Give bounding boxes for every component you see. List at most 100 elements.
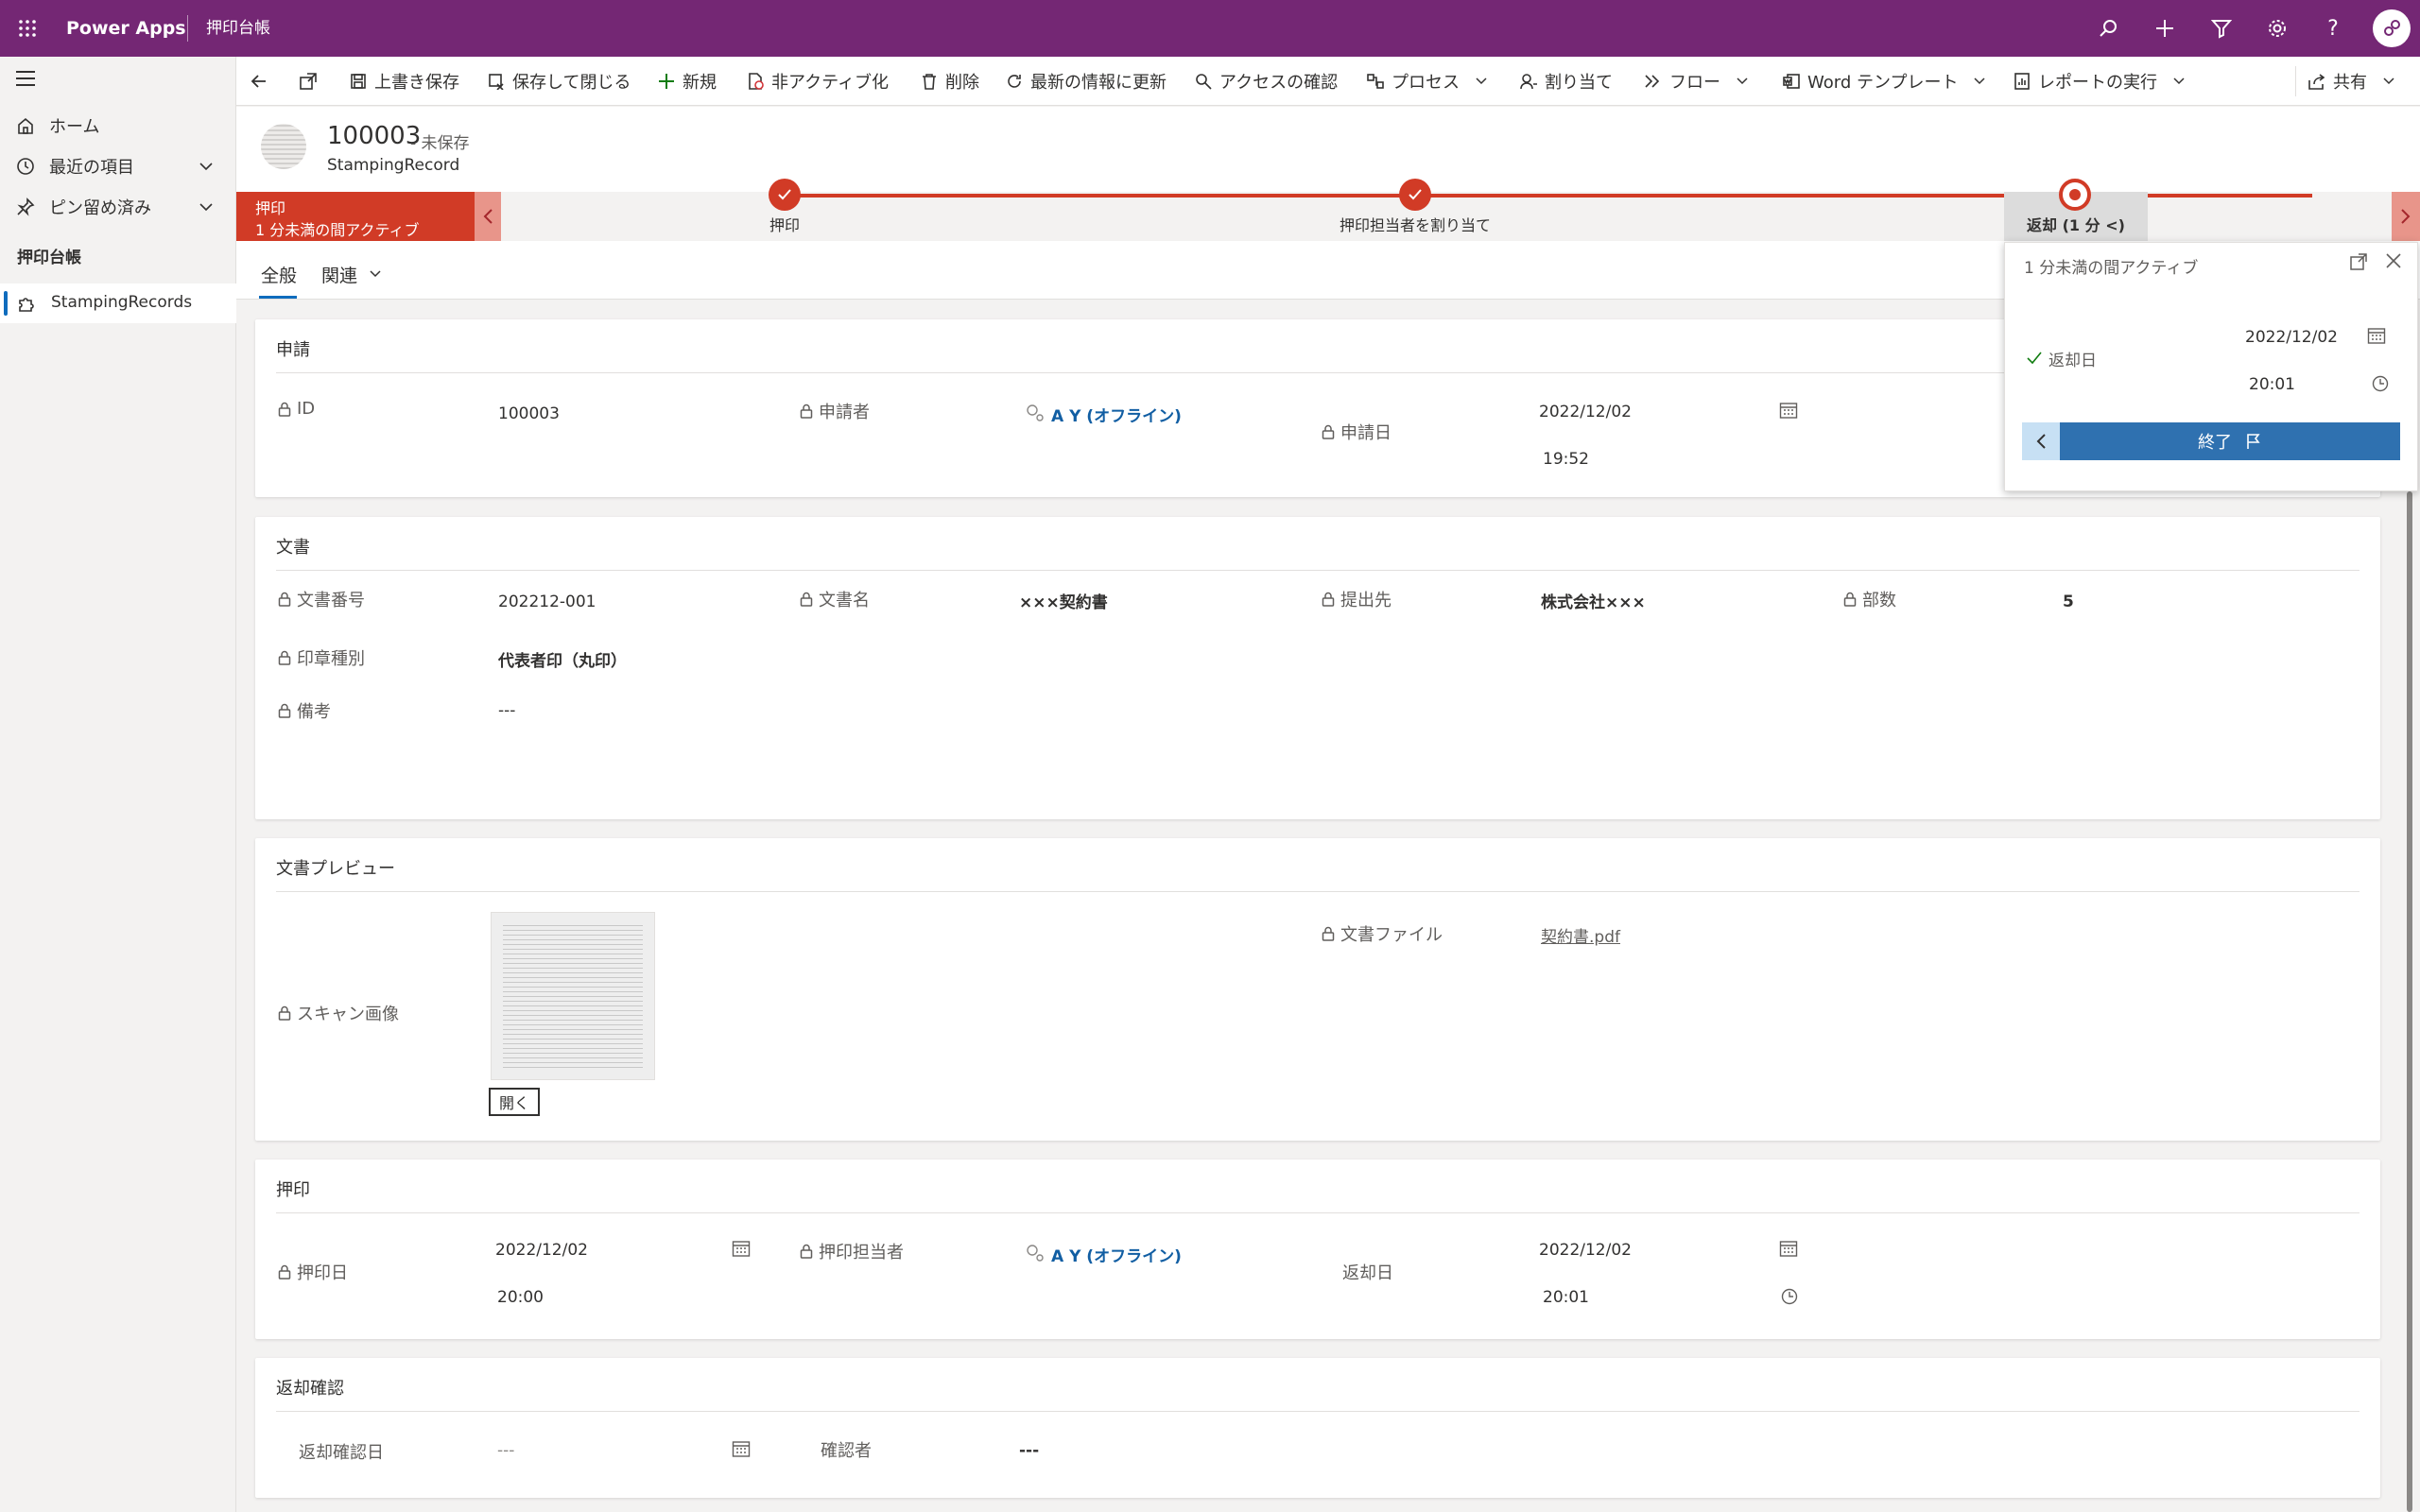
calendar-icon[interactable] (1779, 1239, 1798, 1258)
scan-thumbnail[interactable] (491, 912, 655, 1080)
sidebar-item-pinned[interactable]: ピン留め済み (0, 188, 236, 226)
bpf-prev-button[interactable] (475, 192, 501, 241)
tab-related[interactable]: 関連 (321, 262, 357, 287)
calendar-icon[interactable] (1779, 401, 1798, 420)
doc-number-label: 文書番号 (278, 587, 365, 611)
calendar-icon[interactable] (2367, 326, 2386, 345)
request-date-label: 申請日 (1322, 420, 1392, 444)
doc-name-value[interactable]: ×××契約書 (1019, 589, 1108, 612)
lock-icon (1322, 424, 1335, 439)
stage-label[interactable]: 押印担当者を割り当て (1273, 213, 1557, 235)
popout-button[interactable] (299, 57, 325, 106)
return-time-value[interactable]: 20:01 (1543, 1288, 1589, 1307)
settings-icon[interactable] (2263, 14, 2291, 43)
delete-button[interactable]: 削除 (921, 57, 979, 106)
chevron-down-icon[interactable] (199, 199, 214, 215)
hamburger-icon[interactable] (15, 70, 36, 87)
app-name[interactable]: Power Apps (66, 0, 186, 57)
back-button[interactable] (250, 57, 276, 106)
filter-icon[interactable] (2207, 14, 2236, 43)
clock-icon (15, 156, 36, 177)
lock-icon (1322, 926, 1335, 941)
top-bar: Power Apps 押印台帳 ? (0, 0, 2420, 57)
sidebar-item-recent[interactable]: 最近の項目 (0, 147, 236, 185)
save-button[interactable]: 上書き保存 (350, 57, 459, 106)
sidebar-item-home[interactable]: ホーム (0, 107, 236, 145)
doc-number-value[interactable]: 202212-001 (498, 593, 596, 611)
tab-general[interactable]: 全般 (261, 262, 297, 287)
id-value[interactable]: 100003 (498, 404, 560, 423)
clock-icon[interactable] (1781, 1288, 1798, 1305)
confirmer-value[interactable]: --- (1019, 1441, 1039, 1460)
confirm-date-value[interactable]: --- (497, 1441, 514, 1460)
stage-label[interactable]: 返却 (1 分 <) (2004, 213, 2148, 235)
flyout-time-value[interactable]: 20:01 (2249, 375, 2295, 394)
chevron-down-icon[interactable] (369, 267, 382, 281)
save-close-button[interactable]: 保存して閉じる (488, 57, 631, 106)
flyout-date-value[interactable]: 2022/12/02 (2245, 328, 2338, 347)
assign-button[interactable]: 割り当て (1520, 57, 1613, 106)
destination-label: 提出先 (1322, 587, 1392, 611)
finish-button[interactable]: 終了 (2060, 422, 2400, 460)
close-icon[interactable] (2385, 252, 2402, 269)
request-time-value[interactable]: 19:52 (1543, 450, 1589, 469)
section-title: 申請 (276, 340, 310, 360)
stage-done-icon[interactable] (1399, 179, 1431, 211)
scan-image-label: スキャン画像 (278, 1001, 399, 1025)
avatar-icon[interactable] (2373, 9, 2411, 47)
scrollbar-thumb[interactable] (2407, 491, 2412, 1512)
help-icon[interactable]: ? (2319, 14, 2347, 43)
active-stage-name: 押印 (255, 199, 286, 217)
document-file-link[interactable]: 契約書.pdf (1541, 923, 1620, 947)
stage-done-icon[interactable] (769, 179, 801, 211)
app-launcher-icon[interactable] (13, 14, 42, 43)
sidebar-item-stampingrecords[interactable]: StampingRecords (0, 284, 236, 323)
copies-label: 部数 (1843, 587, 1896, 611)
doc-name-label: 文書名 (800, 587, 870, 611)
module-name[interactable]: 押印台帳 (206, 0, 270, 57)
record-status: - 未保存 (410, 134, 470, 153)
business-process-flow: 押印 1 分未満の間アクティブ 押印 押印担当者を割り当て 返却 (1 分 <) (236, 179, 2420, 241)
calendar-icon[interactable] (732, 1439, 751, 1458)
stamper-link[interactable]: A Y (オフライン) (1051, 1243, 1182, 1266)
new-button[interactable]: 新規 (658, 57, 717, 106)
lock-icon (278, 703, 291, 718)
section-preview: 文書プレビュー スキャン画像 開く 文書ファイル 契約書.pdf (255, 838, 2380, 1141)
stamp-time-value[interactable]: 20:00 (497, 1288, 544, 1307)
seal-type-value[interactable]: 代表者印（丸印） (498, 647, 627, 671)
puzzle-icon (17, 294, 36, 313)
section-document: 文書 文書番号 202212-001 文書名 ×××契約書 提出先 株式会社××… (255, 517, 2380, 819)
copies-value[interactable]: 5 (2063, 593, 2074, 611)
lock-icon (278, 1005, 291, 1021)
refresh-button[interactable]: 最新の情報に更新 (1006, 57, 1167, 106)
process-button[interactable]: プロセス (1367, 57, 1495, 106)
clock-icon[interactable] (2372, 375, 2389, 392)
open-button[interactable]: 開く (489, 1088, 540, 1116)
destination-value[interactable]: 株式会社××× (1541, 589, 1646, 612)
return-date-value[interactable]: 2022/12/02 (1539, 1241, 1632, 1260)
calendar-icon[interactable] (732, 1239, 751, 1258)
user-presence-icon (1025, 1243, 1046, 1263)
flow-button[interactable]: フロー (1645, 57, 1756, 106)
expand-icon[interactable] (2349, 252, 2368, 271)
share-button[interactable]: 共有 (2308, 57, 2403, 106)
plus-icon[interactable] (2151, 14, 2179, 43)
request-date-value[interactable]: 2022/12/02 (1539, 403, 1632, 421)
active-stage-duration: 1 分未満の間アクティブ (255, 221, 420, 239)
stage-current-icon[interactable] (2059, 179, 2091, 211)
note-value[interactable]: --- (498, 701, 515, 720)
active-stage-box[interactable]: 押印 1 分未満の間アクティブ (236, 192, 475, 241)
stamp-date-value[interactable]: 2022/12/02 (495, 1241, 588, 1260)
applicant-label: 申請者 (800, 399, 870, 423)
note-label: 備考 (278, 698, 331, 723)
bpf-next-button[interactable] (2392, 192, 2420, 241)
chevron-down-icon[interactable] (199, 159, 214, 174)
word-template-button[interactable]: Word テンプレート (1783, 57, 1994, 106)
search-icon[interactable] (2094, 14, 2122, 43)
check-access-button[interactable]: アクセスの確認 (1195, 57, 1338, 106)
flyout-back-button[interactable] (2022, 422, 2060, 460)
stage-label[interactable]: 押印 (737, 213, 832, 235)
run-report-button[interactable]: レポートの実行 (2014, 57, 2193, 106)
applicant-link[interactable]: A Y (オフライン) (1051, 403, 1182, 426)
deactivate-button[interactable]: 非アクティブ化 (747, 57, 889, 106)
